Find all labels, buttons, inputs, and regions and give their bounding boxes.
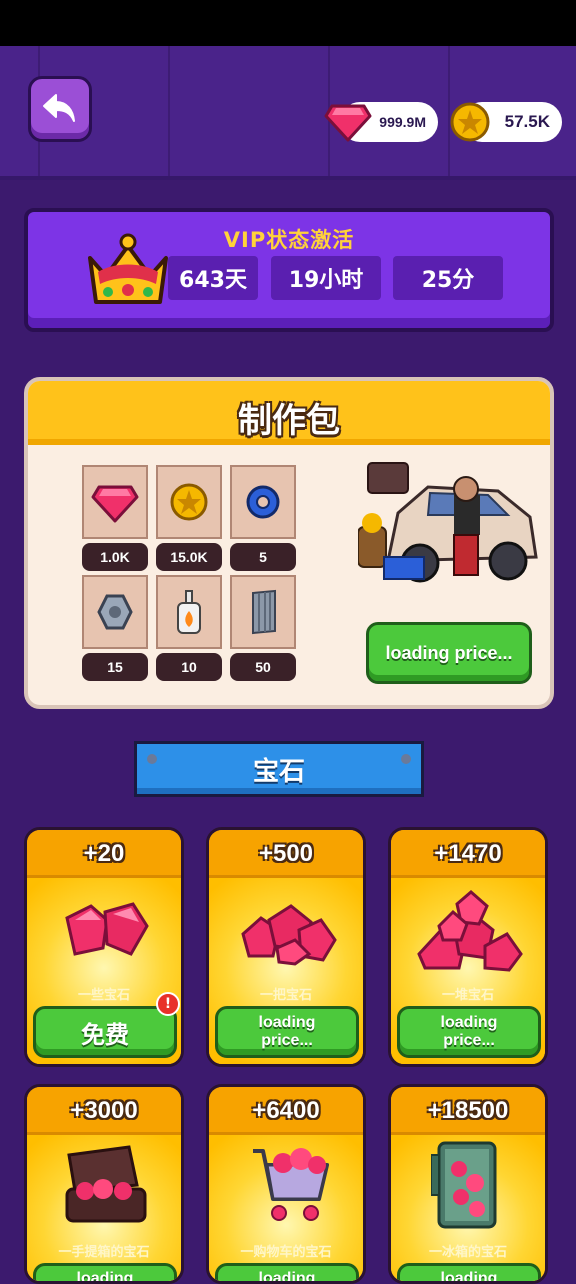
vip-days: 643天 [168,256,258,300]
vip-hours: 19小时 [271,256,381,300]
pack-item-glue [156,575,222,649]
gem-offer-card[interactable]: +18500 一冰箱的宝石 loading [388,1084,548,1284]
truck-survivor-illustration [358,462,538,583]
buy-gems-button[interactable]: loading price... [397,1006,541,1058]
gem-fridge-icon [431,1141,497,1229]
crafting-pack-header: 制作包 [28,381,550,445]
offer-label: 一手提箱的宝石 [58,1245,150,1260]
coins-amount: 57.5K [504,112,550,131]
pack-item-value: 5 [230,543,296,571]
blue-tape-icon [246,485,280,519]
pack-item-metal [230,575,296,649]
crafting-pack-panel: 制作包 1.0K 15.0K 5 15 10 50 loading price.… [24,377,554,709]
offer-amount: +3000 [27,1087,181,1135]
crafting-pack-title: 制作包 [238,401,340,441]
buy-crafting-pack-button[interactable]: loading price... [366,622,532,684]
buy-gems-button[interactable]: loading [215,1263,359,1281]
glue-bottle-icon [177,590,201,634]
gems-section-banner: 宝石 [134,741,424,797]
offer-art: 一手提箱的宝石 [27,1135,181,1281]
back-button[interactable] [28,76,92,142]
metal-sheet-icon [252,589,276,635]
pack-item-value: 15 [82,653,148,681]
offer-label: 一购物车的宝石 [240,1245,332,1260]
offer-amount: +18500 [391,1087,545,1135]
buy-gems-button[interactable]: loading [33,1263,177,1281]
pack-item-value: 50 [230,653,296,681]
gem-offer-card[interactable]: +3000 一手提箱的宝石 loading [24,1084,184,1284]
gold-coin-icon [170,483,208,521]
offer-amount: +20 [27,830,181,878]
offer-amount: +6400 [209,1087,363,1135]
crown-icon [88,233,168,304]
status-bar [0,0,576,46]
gem-icon [324,104,372,142]
gems-section-title: 宝石 [252,756,305,787]
gem-offer-card[interactable]: +6400 一购物车的宝石 loading [206,1084,366,1284]
back-arrow-icon [43,94,75,122]
pack-item-gems [82,465,148,539]
claim-free-button[interactable]: 免费 [33,1006,177,1058]
pack-item-coins [156,465,222,539]
buy-gems-button[interactable]: loading price... [215,1006,359,1058]
gem-suitcase-icon [65,1145,147,1223]
vip-minutes: 25分 [393,256,503,300]
gem-icon [91,485,139,523]
offer-label: 一把宝石 [259,988,312,1003]
notification-badge: ! [156,992,180,1016]
wall-tile [170,46,330,176]
nail-icon [401,754,411,764]
pack-item-value: 15.0K [156,543,222,571]
vip-panel: VIP状态激活 643天 19小时 25分 [24,208,554,332]
gem-offer-card[interactable]: +1470 一堆宝石 loading price... [388,827,548,1067]
nail-icon [147,754,157,764]
offer-art: 一冰箱的宝石 [391,1135,545,1281]
offer-label: 一堆宝石 [441,988,494,1003]
pack-item-value: 1.0K [82,543,148,571]
pack-item-tape [230,465,296,539]
offer-amount: +500 [209,830,363,878]
gem-offer-card[interactable]: +500 一把宝石 loading price... [206,827,366,1067]
gem-pile-large-icon [417,890,523,972]
gems-amount: 999.9M [379,114,426,130]
hex-nut-icon [97,594,133,630]
offer-label: 一冰箱的宝石 [428,1245,507,1260]
gem-pile-small-icon [65,902,149,956]
gold-coin-icon [450,102,490,142]
offer-art: 一购物车的宝石 [209,1135,363,1281]
pack-item-nut [82,575,148,649]
gem-cart-icon [253,1148,329,1221]
gem-offer-card[interactable]: +20 一些宝石 免费 [24,827,184,1067]
gem-pile-medium-icon [241,904,337,966]
buy-gems-button[interactable]: loading [397,1263,541,1281]
offer-amount: +1470 [391,830,545,878]
pack-item-value: 10 [156,653,222,681]
